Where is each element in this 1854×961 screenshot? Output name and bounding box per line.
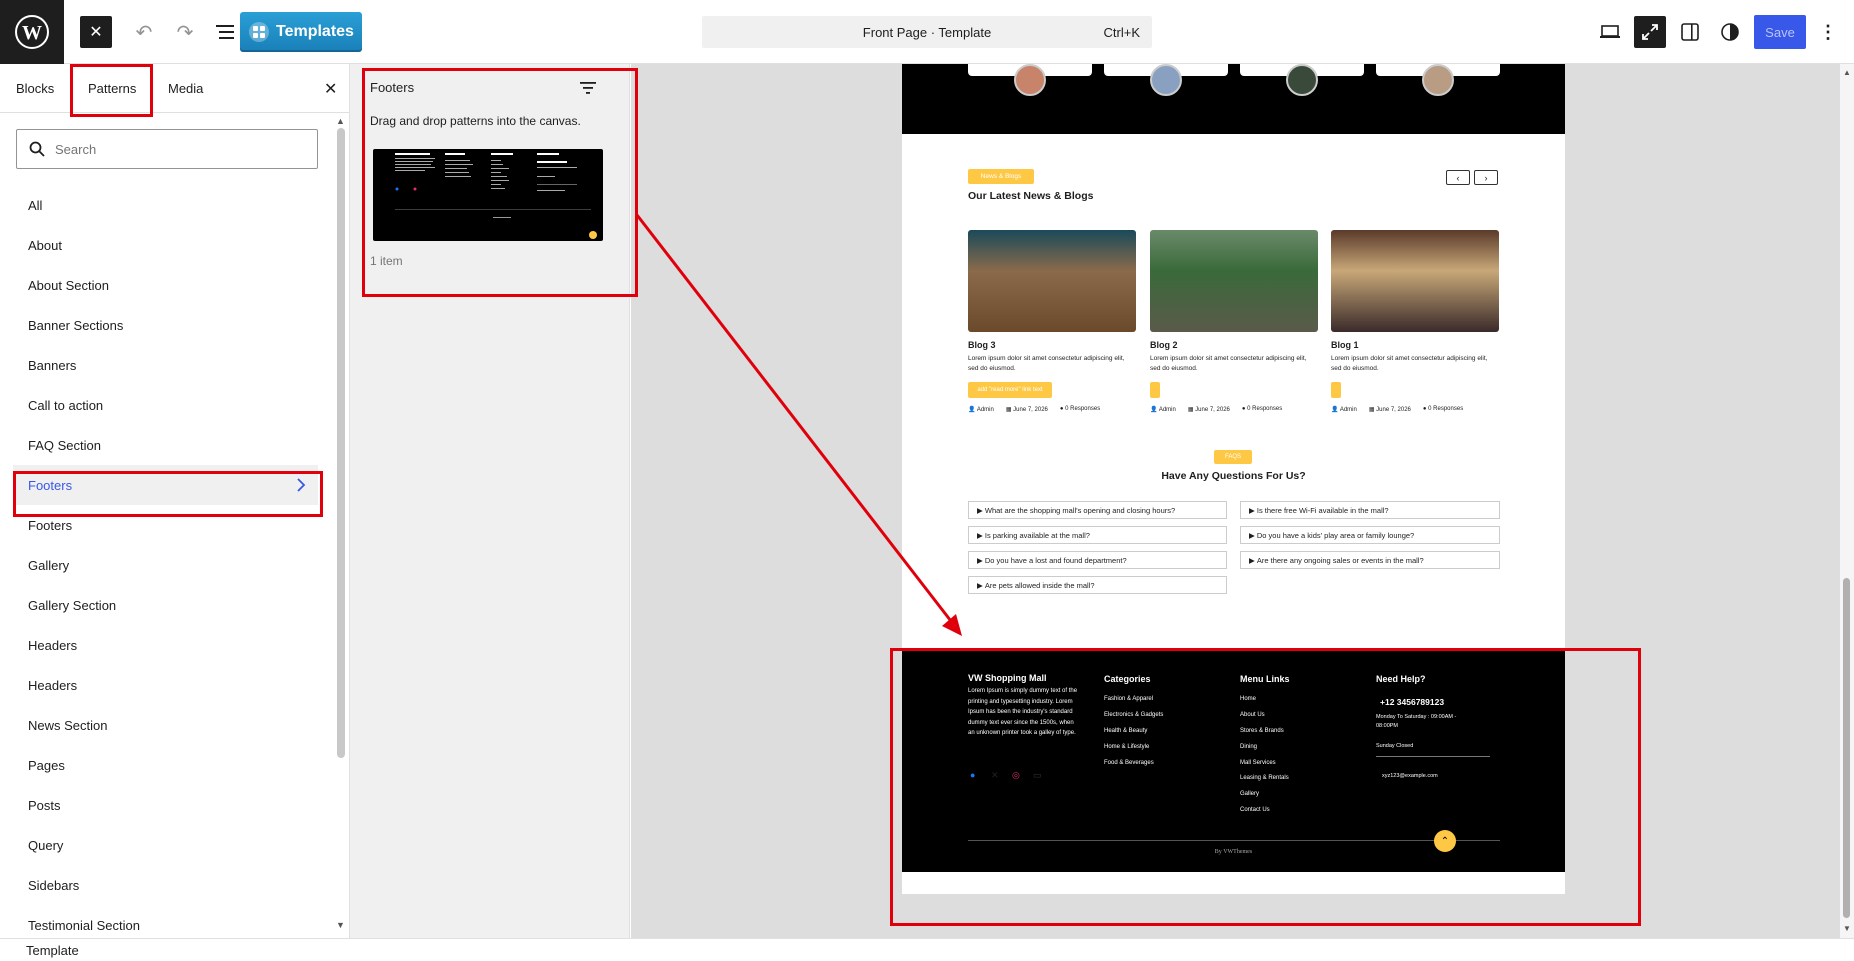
drag-arrow	[635, 214, 962, 636]
breadcrumb-template[interactable]: Template	[26, 943, 79, 958]
breadcrumb-bar: Template	[0, 938, 1854, 961]
